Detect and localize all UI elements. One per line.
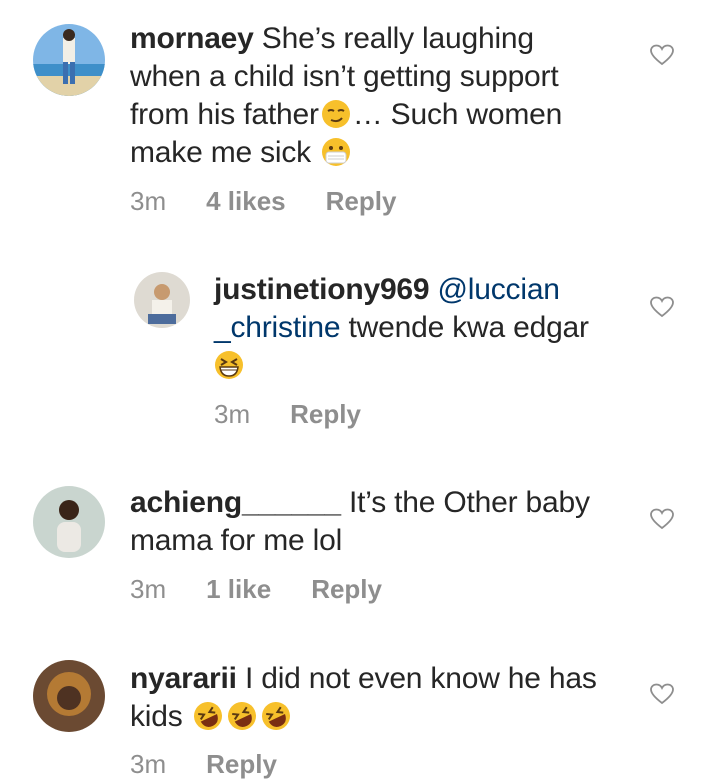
- comment-text: justinetiony969 @luccian _christine twen…: [214, 271, 634, 385]
- like-heart-icon[interactable]: [650, 44, 674, 66]
- rofl-emoji-icon: [227, 701, 257, 731]
- reply-button[interactable]: Reply: [326, 185, 397, 217]
- rofl-emoji-icon: [193, 701, 223, 731]
- comment-text: achieng______ It’s the Other baby mama f…: [130, 484, 630, 560]
- like-heart-icon[interactable]: [650, 508, 674, 530]
- comment-line: twende kwa edgar: [340, 311, 589, 344]
- comment-line: She’s really laughing: [261, 22, 534, 55]
- comment-line: I did not even know he has: [244, 662, 597, 695]
- comment-meta: 3m Reply: [130, 748, 277, 780]
- avatar[interactable]: [33, 660, 105, 732]
- smirk-emoji-icon: [321, 99, 351, 129]
- avatar[interactable]: [33, 24, 105, 96]
- username[interactable]: achieng______: [130, 486, 341, 519]
- comment-line: kids: [130, 700, 183, 733]
- mention-link[interactable]: _christine: [214, 311, 341, 344]
- comment-line: when a child isn’t getting support: [130, 60, 559, 93]
- avatar[interactable]: [33, 486, 105, 558]
- username[interactable]: justinetiony969: [214, 273, 430, 306]
- timestamp: 3m: [214, 399, 251, 429]
- comment-text: mornaey She’s really laughing when a chi…: [130, 20, 630, 172]
- mention-link[interactable]: @luccian: [438, 273, 560, 306]
- likes-count[interactable]: 4 likes: [206, 185, 286, 217]
- timestamp: 3m: [130, 574, 167, 604]
- comment-meta: 3m 4 likes Reply: [130, 185, 396, 217]
- avatar[interactable]: [134, 272, 190, 328]
- comment-text: nyararii I did not even know he has kids: [130, 660, 650, 736]
- grinning-squinting-emoji-icon: [214, 350, 244, 380]
- likes-count[interactable]: 1 like: [206, 573, 271, 605]
- comment-line: mama for me lol: [130, 524, 343, 557]
- username[interactable]: nyararii: [130, 662, 237, 695]
- rofl-emoji-icon: [261, 701, 291, 731]
- timestamp: 3m: [130, 749, 167, 779]
- comment-meta: 3m 1 like Reply: [130, 573, 382, 605]
- comment-meta: 3m Reply: [214, 398, 361, 430]
- like-heart-icon[interactable]: [650, 296, 674, 318]
- comment-line: make me sick: [130, 136, 311, 169]
- comment-line: It’s the Other baby: [349, 486, 590, 519]
- reply-button[interactable]: Reply: [290, 398, 361, 430]
- username[interactable]: mornaey: [130, 22, 254, 55]
- reply-button[interactable]: Reply: [311, 573, 382, 605]
- like-heart-icon[interactable]: [650, 683, 674, 705]
- reply-button[interactable]: Reply: [206, 748, 277, 780]
- timestamp: 3m: [130, 186, 167, 216]
- medical-mask-emoji-icon: [321, 137, 351, 167]
- comment-line: from his father: [130, 98, 319, 131]
- comment-line: … Such women: [352, 98, 563, 131]
